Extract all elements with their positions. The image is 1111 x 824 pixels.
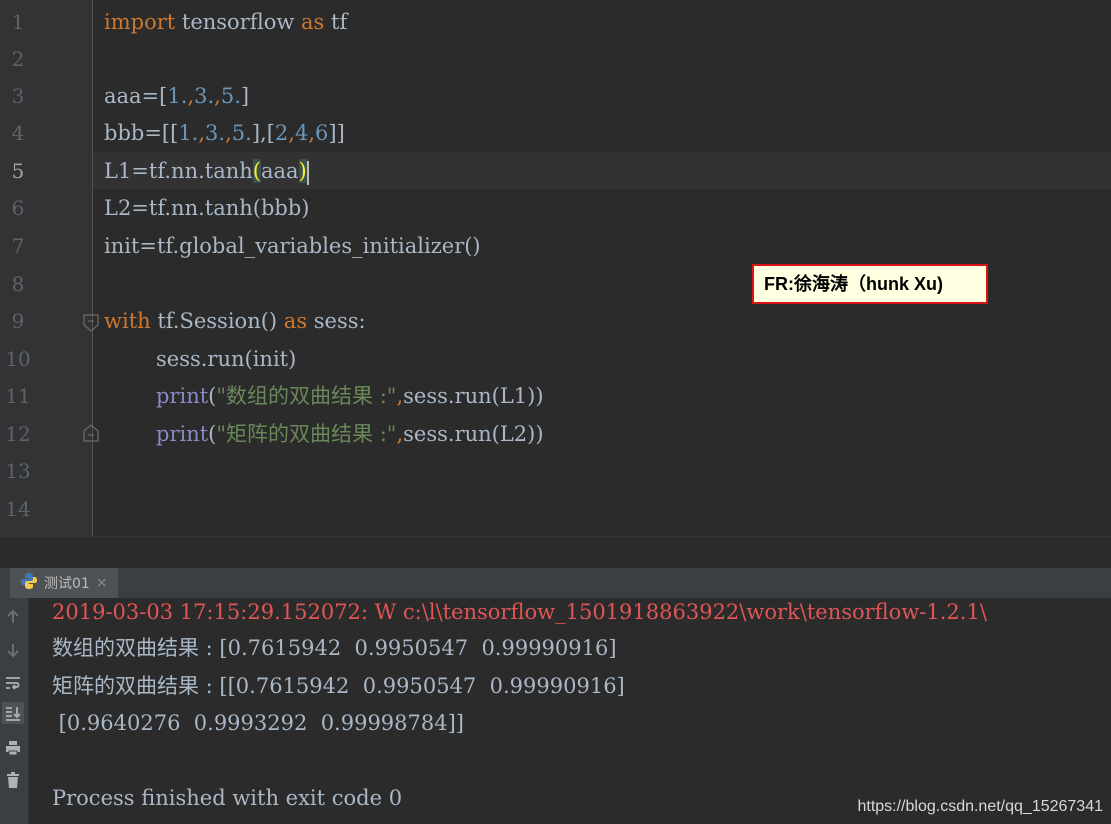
builtin-function: print bbox=[156, 422, 209, 446]
code-text: ],[ bbox=[251, 121, 275, 145]
gutter-divider bbox=[92, 0, 93, 536]
number-literal: 4 bbox=[294, 121, 309, 145]
code-text: bbb=[[ bbox=[104, 121, 179, 145]
text-caret bbox=[306, 160, 309, 185]
code-line-3[interactable]: aaa=[1.,3.,5.] bbox=[104, 78, 249, 115]
run-toolbar bbox=[0, 598, 29, 824]
code-line-9[interactable]: with tf.Session() as sess: bbox=[104, 303, 366, 340]
code-text: ]] bbox=[328, 121, 345, 145]
code-line-5[interactable]: L1=tf.nn.tanh(aaa) bbox=[104, 153, 309, 190]
line-number: 10 bbox=[5, 347, 31, 371]
code-line-7[interactable]: init=tf.global_variables_initializer() bbox=[104, 228, 481, 265]
console-line: [0.9640276 0.9993292 0.99998784]] bbox=[52, 711, 465, 735]
source-watermark: https://blog.csdn.net/qq_15267341 bbox=[857, 798, 1103, 815]
line-number: 6 bbox=[11, 196, 25, 220]
code-text: tensorflow bbox=[175, 10, 302, 34]
builtin-function: print bbox=[156, 384, 209, 408]
number-literal: 5. bbox=[220, 84, 241, 108]
code-text: sess.run(L1)) bbox=[403, 384, 544, 408]
author-annotation: FR:徐海涛（hunk Xu) bbox=[752, 264, 988, 304]
code-text: sess: bbox=[307, 309, 366, 333]
line-number: 8 bbox=[11, 272, 25, 296]
run-tab-label: 测试01 bbox=[44, 576, 90, 592]
code-line-6[interactable]: L2=tf.nn.tanh(bbb) bbox=[104, 190, 310, 227]
number-literal: 3. bbox=[205, 121, 226, 145]
console-line: 矩阵的双曲结果 : [[0.7615942 0.9950547 0.999909… bbox=[52, 674, 625, 698]
number-literal: 2 bbox=[274, 121, 289, 145]
line-number: 11 bbox=[5, 384, 31, 408]
matched-paren: ( bbox=[252, 159, 261, 183]
number-literal: 1. bbox=[178, 121, 199, 145]
keyword: with bbox=[104, 309, 151, 333]
fold-end-icon[interactable] bbox=[82, 423, 100, 443]
console-line-warning: 2019-03-03 17:15:29.152072: W c:\l\tenso… bbox=[52, 600, 987, 624]
keyword: as bbox=[283, 309, 308, 333]
arrow-down-icon[interactable] bbox=[2, 639, 24, 661]
line-number: 3 bbox=[11, 84, 25, 108]
panel-splitter[interactable] bbox=[0, 536, 1111, 569]
close-icon[interactable]: × bbox=[96, 575, 108, 591]
code-text: sess.run(L2)) bbox=[403, 422, 544, 446]
number-literal: 6 bbox=[315, 121, 329, 145]
code-text: aaa=[ bbox=[104, 84, 168, 108]
python-icon bbox=[20, 572, 38, 594]
console-line-exit: Process finished with exit code 0 bbox=[52, 786, 403, 810]
number-literal: 5. bbox=[231, 121, 252, 145]
console-line: 数组的双曲结果 : [0.7615942 0.9950547 0.9999091… bbox=[52, 636, 617, 660]
code-text: tf.Session() bbox=[150, 309, 284, 333]
arrow-up-icon[interactable] bbox=[2, 606, 24, 628]
keyword: as bbox=[301, 10, 325, 34]
code-line-11[interactable]: print("数组的双曲结果 :",sess.run(L1)) bbox=[156, 378, 544, 415]
run-tab[interactable]: 测试01 × bbox=[10, 568, 118, 598]
matched-paren: ) bbox=[298, 159, 307, 183]
code-line-1[interactable]: import tensorflow as tf bbox=[104, 4, 347, 41]
line-number: 14 bbox=[5, 497, 31, 521]
number-literal: 3. bbox=[194, 84, 215, 108]
trash-icon[interactable] bbox=[2, 769, 24, 791]
code-text: tf bbox=[324, 10, 348, 34]
comma: , bbox=[214, 84, 221, 108]
code-text: aaa bbox=[260, 159, 299, 183]
line-number: 9 bbox=[11, 309, 25, 333]
line-number: 1 bbox=[11, 10, 25, 34]
number-literal: 1. bbox=[167, 84, 188, 108]
print-icon[interactable] bbox=[2, 737, 24, 759]
string-literal: "矩阵的双曲结果 :" bbox=[216, 422, 397, 446]
comma: , bbox=[288, 121, 295, 145]
comma: , bbox=[308, 121, 316, 145]
code-text: ] bbox=[240, 84, 250, 108]
line-number-gutter: 1 2 3 4 5 6 7 8 9 10 11 12 13 14 bbox=[0, 0, 92, 536]
line-number: 13 bbox=[5, 459, 31, 483]
line-number: 12 bbox=[5, 422, 31, 446]
soft-wrap-icon[interactable] bbox=[2, 672, 24, 694]
line-number: 4 bbox=[11, 121, 25, 145]
line-number-current: 5 bbox=[11, 159, 25, 183]
string-literal: "数组的双曲结果 :" bbox=[216, 384, 397, 408]
run-tab-bar: 测试01 × bbox=[0, 568, 1111, 599]
code-line-12[interactable]: print("矩阵的双曲结果 :",sess.run(L2)) bbox=[156, 416, 544, 453]
keyword: import bbox=[104, 10, 176, 34]
code-line-10[interactable]: sess.run(init) bbox=[156, 341, 296, 378]
line-number: 2 bbox=[11, 47, 25, 71]
console-output[interactable]: 2019-03-03 17:15:29.152072: W c:\l\tenso… bbox=[29, 598, 1111, 824]
comma: , bbox=[225, 121, 232, 145]
code-text: L1=tf.nn.tanh bbox=[104, 159, 253, 183]
line-number: 7 bbox=[11, 234, 25, 258]
fold-collapse-icon[interactable] bbox=[82, 313, 100, 333]
code-line-4[interactable]: bbb=[[1.,3.,5.],[2,4,6]] bbox=[104, 115, 345, 152]
scroll-to-end-icon[interactable] bbox=[2, 702, 24, 724]
